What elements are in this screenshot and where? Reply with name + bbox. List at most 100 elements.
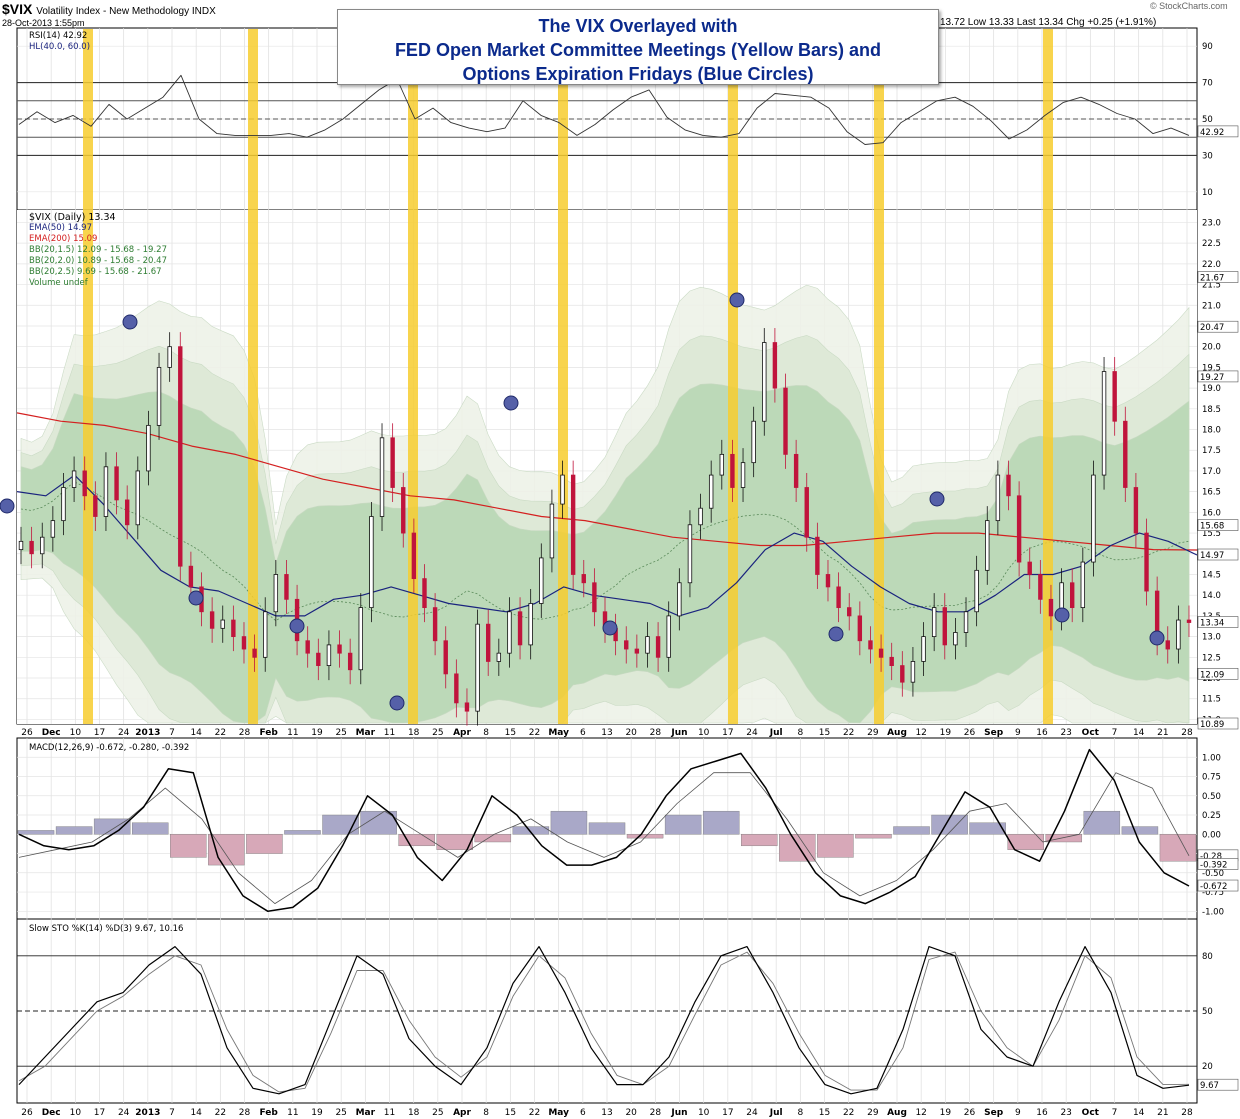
candle-down (29, 540, 34, 555)
x-tick-label-bottom: 2013 (135, 1108, 160, 1118)
fomc-bar (83, 29, 93, 724)
y-tick-label: 13.0 (1202, 633, 1221, 643)
candle-down (432, 607, 438, 642)
candle-up (698, 507, 703, 526)
rsi-legend: RSI(14) 42.92 (29, 31, 88, 41)
candle-down (889, 656, 894, 667)
ema50-legend: EMA(50) 14.97 (29, 223, 93, 233)
x-tick-label-bottom: 25 (432, 1108, 443, 1118)
volume-legend: Volume undef (29, 278, 88, 288)
x-tick-label-bottom: 28 (239, 1108, 251, 1118)
x-tick-label-bottom: 22 (529, 1108, 540, 1118)
candle-down (878, 648, 884, 658)
x-tick-label-mid: 15 (819, 728, 830, 738)
x-tick-label-mid: 26 (964, 728, 976, 738)
watermark: © StockCharts.com (1150, 1, 1228, 11)
x-tick-label-mid: 28 (650, 728, 662, 738)
candle-up (953, 632, 958, 646)
opex-circle (0, 498, 15, 514)
candle-down (1070, 582, 1075, 609)
sto-d-line (18, 951, 1190, 1093)
candle-up (666, 615, 671, 658)
x-tick-label-bottom: 15 (505, 1108, 516, 1118)
x-tick-label-bottom: Dec (42, 1108, 61, 1118)
candle-up (751, 420, 756, 464)
x-tick-label-mid: 12 (915, 728, 926, 738)
y-tick-label: 0.25 (1202, 811, 1221, 821)
y-tick-label: 0.00 (1202, 830, 1221, 840)
x-tick-label-bottom: 24 (746, 1108, 758, 1118)
x-tick-label-mid: 17 (94, 728, 105, 738)
y-tick-label: 50 (1202, 1007, 1213, 1017)
x-tick-label-bottom: Sep (984, 1108, 1004, 1118)
candle-down (93, 495, 98, 517)
candle-up (50, 520, 56, 538)
y-tick-label: 20.0 (1202, 343, 1221, 353)
x-tick-label-bottom: Jun (670, 1108, 687, 1118)
candle-down (390, 437, 395, 488)
vix-price-label: 14.97 (1200, 551, 1224, 561)
opex-circle (188, 590, 204, 606)
x-tick-label-mid: 10 (70, 728, 82, 738)
candle-up (496, 652, 502, 662)
candle-up (985, 520, 990, 571)
macd-histogram-bar (1121, 826, 1159, 835)
x-tick-label-mid: 24 (118, 728, 130, 738)
candle-up (740, 462, 746, 488)
x-tick-label-mid: 2013 (135, 728, 160, 738)
vix-price-label: 12.09 (1200, 670, 1224, 680)
candle-up (103, 466, 109, 517)
opex-circle (729, 292, 745, 308)
symbol-title: $VIX Volatility Index - New Methodology … (2, 1, 216, 17)
candle-up (963, 611, 969, 633)
x-tick-label-mid: 7 (1112, 728, 1118, 738)
candle-up (995, 474, 1001, 522)
candle-down (1165, 640, 1170, 650)
x-tick-label-bottom: 12 (915, 1108, 926, 1118)
x-tick-label-bottom: 8 (483, 1108, 489, 1118)
x-tick-label-bottom: 26 (21, 1108, 33, 1118)
y-tick-label: 18.0 (1202, 426, 1221, 436)
candle-down (836, 586, 841, 609)
x-tick-label-bottom: Oct (1082, 1108, 1100, 1118)
x-tick-label-mid: Apr (453, 728, 471, 738)
fomc-bar (1043, 29, 1053, 724)
y-tick-label: 50 (1202, 115, 1213, 125)
bb15-legend: BB(20,1.5) 12.09 - 15.68 - 19.27 (29, 245, 167, 255)
opex-circle (828, 626, 844, 642)
candle-down (868, 640, 873, 650)
candle-up (358, 607, 363, 671)
vix-price-label: 21.67 (1200, 274, 1224, 284)
fomc-bar (558, 29, 568, 724)
candle-down (1186, 619, 1192, 623)
candle-down (624, 640, 629, 650)
sto-last-label: 9.67 (1200, 1081, 1219, 1091)
x-tick-label-mid: 28 (1181, 728, 1193, 738)
x-tick-label-bottom: 7 (1112, 1108, 1118, 1118)
candle-down (592, 582, 597, 613)
candle-down (124, 499, 130, 526)
x-tick-label-bottom: 11 (287, 1108, 298, 1118)
candle-down (655, 636, 661, 658)
candle-up (719, 453, 724, 476)
macd-histogram-bar (246, 834, 283, 854)
candle-down (422, 578, 427, 609)
candle-down (209, 611, 215, 629)
x-tick-label-bottom: 15 (819, 1108, 830, 1118)
candle-down (847, 607, 852, 617)
x-tick-label-bottom: 22 (215, 1108, 226, 1118)
y-tick-label: 0.50 (1202, 792, 1221, 802)
x-tick-label-bottom: 11 (384, 1108, 395, 1118)
x-tick-label-mid: Dec (42, 728, 61, 738)
candle-down (570, 474, 576, 575)
vix-price-label: 19.27 (1200, 373, 1224, 383)
candle-down (231, 619, 236, 638)
candle-down (1016, 495, 1022, 563)
x-tick-label-mid: 14 (190, 728, 202, 738)
candle-down (1123, 420, 1128, 488)
x-tick-label-bottom: 26 (964, 1108, 976, 1118)
candle-down (793, 453, 799, 488)
x-tick-label-mid: 18 (408, 728, 420, 738)
x-tick-label-mid: 28 (239, 728, 251, 738)
candle-down (443, 640, 448, 675)
